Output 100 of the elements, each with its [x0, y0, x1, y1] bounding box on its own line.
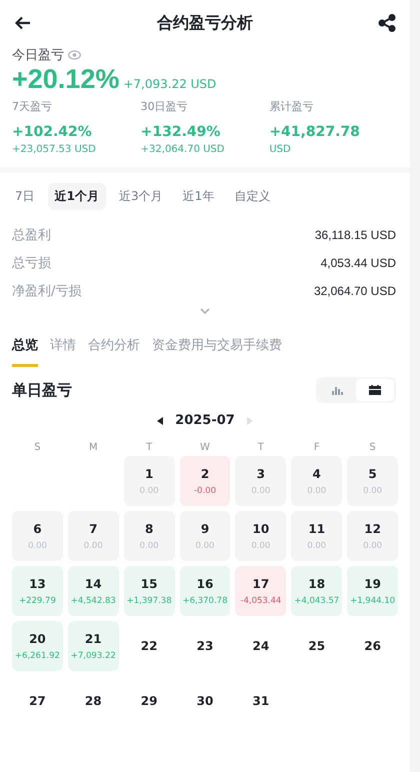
- weekday-label: M: [88, 442, 98, 453]
- weekday-label: F: [314, 442, 320, 453]
- day-number: 29: [140, 694, 158, 708]
- day-number: 21: [84, 632, 102, 646]
- day-number: 19: [364, 576, 381, 590]
- day-cell[interactable]: 7 0.00: [68, 511, 119, 561]
- calendar-icon[interactable]: [356, 379, 394, 401]
- day-number: 24: [252, 639, 270, 653]
- period-label: 7天盈亏: [12, 99, 52, 114]
- day-cell[interactable]: 5 0.00: [347, 456, 398, 506]
- period-percent: +132.49%: [140, 124, 220, 140]
- range-tab[interactable]: 近3个月: [112, 183, 170, 210]
- range-tab[interactable]: 7日: [8, 183, 42, 210]
- day-pnl: 0.00: [140, 540, 159, 550]
- day-number: 11: [308, 522, 326, 536]
- period-percent: +41,827.78: [269, 124, 360, 140]
- stat-label: 总盈利: [12, 227, 51, 244]
- day-cell[interactable]: 31: [235, 676, 286, 726]
- day-number: 9: [200, 522, 210, 536]
- day-number: 6: [33, 522, 42, 536]
- day-number: 30: [196, 694, 214, 708]
- day-cell[interactable]: 2 -0.00: [180, 456, 230, 506]
- day-number: 20: [29, 632, 46, 646]
- section-title: 单日盈亏: [12, 380, 72, 400]
- share-icon[interactable]: [376, 12, 398, 34]
- day-pnl: 0.00: [140, 486, 159, 496]
- day-cell[interactable]: 4 0.00: [291, 456, 342, 506]
- day-number: 31: [252, 694, 270, 708]
- day-number: 15: [140, 576, 158, 590]
- day-number: 26: [364, 639, 381, 653]
- day-pnl: 0.00: [84, 540, 103, 550]
- day-cell[interactable]: 6 0.00: [12, 511, 63, 561]
- weekday-label: W: [200, 442, 210, 453]
- day-cell[interactable]: 28: [68, 676, 119, 726]
- day-cell[interactable]: 23: [180, 621, 230, 671]
- day-pnl: 0.00: [196, 540, 214, 550]
- day-cell[interactable]: 22: [124, 621, 175, 671]
- stat-label: 总亏损: [12, 255, 51, 272]
- section-tab[interactable]: 总览: [12, 336, 38, 367]
- weekday-label: T: [258, 442, 264, 453]
- period-amount: USD: [269, 144, 291, 155]
- day-number: 8: [144, 522, 154, 536]
- range-tab[interactable]: 自定义: [227, 183, 278, 210]
- day-number: 16: [196, 576, 214, 590]
- weekday-label: S: [34, 442, 41, 453]
- day-number: 23: [196, 639, 214, 653]
- day-cell[interactable]: 12 0.00: [347, 511, 398, 561]
- day-cell[interactable]: 26: [347, 621, 398, 671]
- day-cell[interactable]: 19 +1,944.10: [347, 566, 398, 616]
- previous-month-icon[interactable]: [157, 416, 164, 424]
- period-amount: +23,057.53 USD: [12, 144, 96, 155]
- day-cell[interactable]: 30: [180, 676, 230, 726]
- stat-value: 36,118.15 USD: [314, 228, 396, 242]
- day-cell[interactable]: 1 0.00: [124, 456, 175, 506]
- day-pnl: 0.00: [307, 486, 326, 496]
- day-pnl: 0.00: [307, 540, 326, 550]
- day-cell[interactable]: 11 0.00: [291, 511, 342, 561]
- day-pnl: +6,370.78: [182, 596, 228, 606]
- range-tab[interactable]: 近1年: [176, 183, 222, 210]
- day-cell[interactable]: 13 +229.79: [12, 566, 63, 616]
- day-cell[interactable]: 14 +4,542.83: [68, 566, 119, 616]
- day-number: 4: [312, 466, 321, 480]
- day-number: 5: [368, 466, 377, 480]
- day-number: 28: [84, 694, 102, 708]
- day-number: 14: [84, 576, 102, 590]
- period-amount: +32,064.70 USD: [140, 144, 224, 155]
- weekday-label: T: [146, 442, 152, 453]
- range-tab[interactable]: 近1个月: [48, 183, 106, 210]
- today-pnl-label: 今日盈亏: [12, 47, 64, 64]
- day-number: 1: [144, 466, 154, 480]
- page-title: 合约盈亏分析: [157, 12, 253, 34]
- day-cell[interactable]: 8 0.00: [124, 511, 175, 561]
- stat-value: 32,064.70 USD: [314, 284, 396, 298]
- day-cell[interactable]: 21 +7,093.22: [68, 621, 119, 671]
- day-number: 22: [140, 639, 158, 653]
- day-cell[interactable]: 16 +6,370.78: [180, 566, 230, 616]
- day-cell[interactable]: 29: [124, 676, 175, 726]
- day-cell[interactable]: 10 0.00: [235, 511, 286, 561]
- day-number: 17: [252, 576, 270, 590]
- weekday-label: S: [369, 442, 376, 453]
- stat-value: 4,053.44 USD: [320, 256, 396, 270]
- day-cell[interactable]: 20 +6,261.92: [12, 621, 63, 671]
- day-cell[interactable]: 15 +1,397.38: [124, 566, 175, 616]
- day-number: 18: [308, 576, 326, 590]
- period-label: 30日盈亏: [140, 99, 188, 114]
- day-cell[interactable]: 17 -4,053.44: [235, 566, 286, 616]
- day-pnl: 0.00: [363, 486, 382, 496]
- day-pnl: -0.00: [194, 486, 216, 496]
- day-cell[interactable]: 3 0.00: [235, 456, 286, 506]
- day-cell[interactable]: 24: [235, 621, 286, 671]
- day-cell[interactable]: 27: [12, 676, 63, 726]
- day-number: 27: [29, 694, 46, 708]
- day-cell[interactable]: 18 +4,043.57: [291, 566, 342, 616]
- period-percent: +102.42%: [12, 124, 92, 140]
- month-label: 2025-07: [175, 413, 235, 428]
- day-pnl: 0.00: [251, 540, 270, 550]
- day-pnl: +4,542.83: [70, 596, 116, 606]
- day-cell[interactable]: 9 0.00: [180, 511, 230, 561]
- day-number: 3: [256, 466, 266, 480]
- day-cell[interactable]: 25: [291, 621, 342, 671]
